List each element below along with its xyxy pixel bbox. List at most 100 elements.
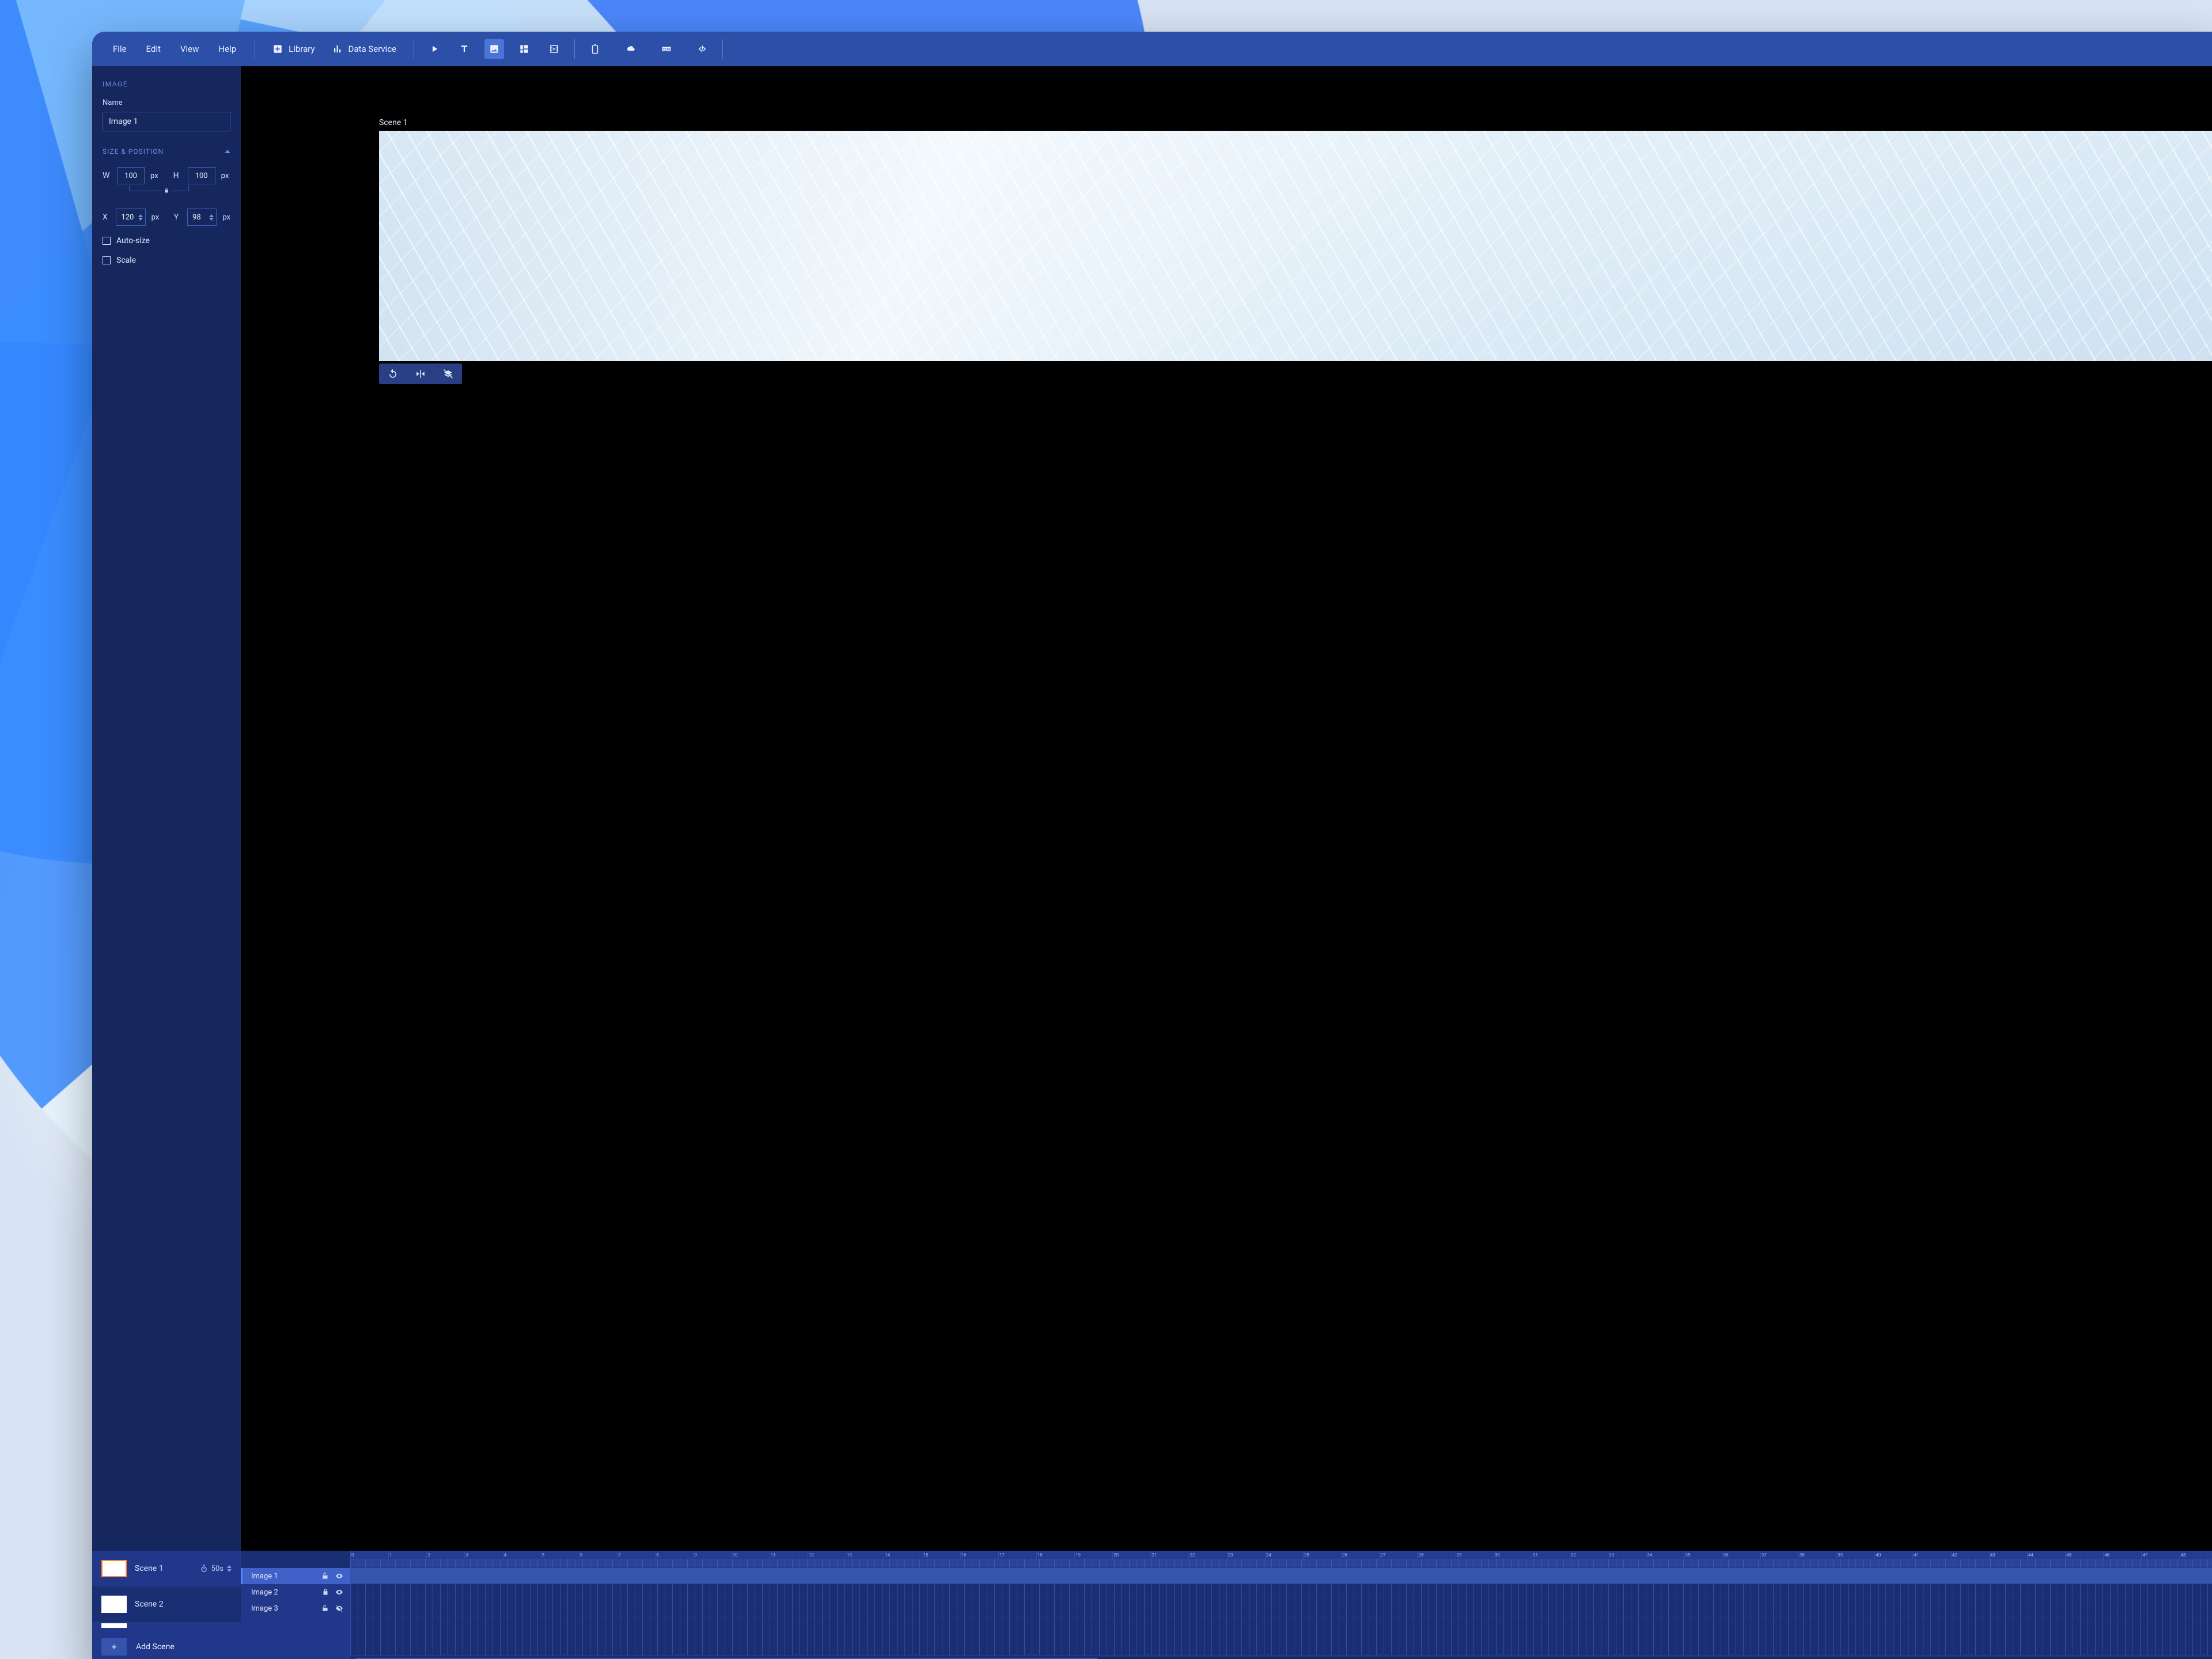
scene-thumb-2[interactable] bbox=[101, 1596, 127, 1613]
layers-off-icon bbox=[443, 369, 453, 379]
ruler-tick: 29 bbox=[1456, 1551, 1494, 1559]
timeline-track-2[interactable] bbox=[350, 1584, 2212, 1600]
ruler-tick: 6 bbox=[579, 1551, 617, 1559]
add-scene-row[interactable]: Add Scene bbox=[92, 1629, 241, 1659]
w-unit: px bbox=[150, 172, 158, 180]
ruler-tick: 9 bbox=[693, 1551, 731, 1559]
ruler-tick: 23 bbox=[1227, 1551, 1265, 1559]
text-icon[interactable] bbox=[454, 39, 474, 59]
scene-duration-1[interactable]: 50s bbox=[200, 1565, 232, 1573]
ruler-tick: 28 bbox=[1417, 1551, 1455, 1559]
add-scene-button[interactable] bbox=[101, 1638, 127, 1656]
scale-checkbox[interactable] bbox=[103, 256, 111, 264]
add-scene-label: Add Scene bbox=[136, 1642, 175, 1652]
ruler-tick: 12 bbox=[808, 1551, 846, 1559]
plus-icon bbox=[110, 1643, 118, 1651]
w-label: W bbox=[103, 171, 111, 180]
ruler-tick: 44 bbox=[2027, 1551, 2065, 1559]
play-icon[interactable] bbox=[425, 39, 444, 59]
timeline-track-3[interactable] bbox=[350, 1600, 2212, 1616]
ruler-tick: 1 bbox=[388, 1551, 426, 1559]
ruler-tick: 40 bbox=[1874, 1551, 1912, 1559]
menu-divider bbox=[722, 39, 723, 59]
ruler-tick: 20 bbox=[1112, 1551, 1150, 1559]
ruler-tick: 14 bbox=[884, 1551, 922, 1559]
ruler-tick: 2 bbox=[426, 1551, 464, 1559]
ruler-tick: 42 bbox=[1951, 1551, 1989, 1559]
scene-row-1[interactable]: Scene 1 50s bbox=[92, 1551, 241, 1586]
scale-row[interactable]: Scale bbox=[103, 256, 230, 265]
tool-group-widgets: 12:00 bbox=[585, 39, 712, 59]
layer-name-1: Image 1 bbox=[251, 1572, 278, 1581]
ruler-tick: 36 bbox=[1722, 1551, 1760, 1559]
scene-thumb-1[interactable] bbox=[101, 1560, 127, 1577]
ruler-tick: 48 bbox=[2180, 1551, 2212, 1559]
menu-view[interactable]: View bbox=[172, 39, 207, 59]
undo-button[interactable] bbox=[379, 363, 407, 384]
scene-row-2[interactable]: Scene 2 bbox=[92, 1586, 241, 1622]
height-input[interactable] bbox=[188, 167, 215, 184]
ruler-tick: 15 bbox=[922, 1551, 960, 1559]
ruler-tick: 32 bbox=[1570, 1551, 1608, 1559]
timeline-track-1[interactable] bbox=[350, 1568, 2212, 1584]
menu-file[interactable]: File bbox=[105, 39, 135, 59]
lock-icon[interactable] bbox=[321, 1588, 329, 1596]
mirror-button[interactable] bbox=[407, 363, 434, 384]
layer-row-3[interactable]: Image 3 bbox=[241, 1600, 350, 1616]
autosize-row[interactable]: Auto-size bbox=[103, 236, 230, 245]
layer-row-2[interactable]: Image 2 bbox=[241, 1584, 350, 1600]
ruler-tick: 47 bbox=[2141, 1551, 2179, 1559]
clipboard-icon[interactable] bbox=[585, 39, 605, 59]
timeline-header-track bbox=[350, 1559, 2212, 1568]
ruler-tick: 24 bbox=[1265, 1551, 1303, 1559]
image-icon[interactable] bbox=[484, 39, 504, 59]
menu-help[interactable]: Help bbox=[210, 39, 244, 59]
ruler-tick: 19 bbox=[1074, 1551, 1112, 1559]
unlock-icon[interactable] bbox=[321, 1572, 329, 1580]
name-input[interactable] bbox=[103, 112, 230, 131]
menubar: File Edit View Help Library Data Service bbox=[92, 32, 2212, 66]
autosize-checkbox[interactable] bbox=[103, 237, 111, 245]
eye-off-icon[interactable] bbox=[335, 1604, 343, 1612]
library-icon bbox=[272, 44, 283, 54]
x-input[interactable]: 120 bbox=[116, 209, 145, 226]
canvas-image-content[interactable] bbox=[379, 131, 2212, 361]
y-input[interactable]: 98 bbox=[187, 209, 217, 226]
ruler-tick: 46 bbox=[2103, 1551, 2141, 1559]
menu-edit[interactable]: Edit bbox=[138, 39, 169, 59]
layers-toggle-button[interactable] bbox=[434, 363, 462, 384]
bar-chart-icon bbox=[332, 44, 343, 54]
time-ruler[interactable]: 0123456789101112131415161718192021222324… bbox=[350, 1551, 2212, 1559]
clock-icon[interactable]: 12:00 bbox=[657, 39, 676, 59]
ruler-tick: 17 bbox=[998, 1551, 1036, 1559]
tool-group-insert bbox=[425, 39, 564, 59]
scene-row-strip bbox=[92, 1622, 241, 1629]
ruler-tick: 25 bbox=[1303, 1551, 1341, 1559]
code-icon[interactable] bbox=[692, 39, 712, 59]
unlock-icon[interactable] bbox=[321, 1604, 329, 1612]
ruler-tick: 11 bbox=[770, 1551, 808, 1559]
layer-name-2: Image 2 bbox=[251, 1588, 278, 1597]
ruler-tick: 34 bbox=[1646, 1551, 1684, 1559]
video-icon[interactable] bbox=[544, 39, 564, 59]
shapes-icon[interactable] bbox=[514, 39, 534, 59]
layer-row-1[interactable]: Image 1 bbox=[241, 1568, 350, 1584]
ruler-tick: 18 bbox=[1036, 1551, 1074, 1559]
scene-thumb-partial bbox=[101, 1623, 127, 1628]
weather-icon[interactable] bbox=[621, 39, 641, 59]
eye-icon[interactable] bbox=[335, 1588, 343, 1596]
layer-name-3: Image 3 bbox=[251, 1604, 278, 1613]
ruler-tick: 5 bbox=[541, 1551, 579, 1559]
timeline-track-empty[interactable] bbox=[350, 1616, 2212, 1656]
lock-aspect-icon[interactable] bbox=[162, 187, 171, 195]
eye-icon[interactable] bbox=[335, 1572, 343, 1580]
canvas-area[interactable]: Scene 1 bbox=[241, 66, 2212, 1551]
data-service-label: Data Service bbox=[349, 44, 397, 54]
scene-name-2: Scene 2 bbox=[135, 1600, 164, 1609]
size-position-header[interactable]: SIZE & POSITION bbox=[103, 147, 230, 156]
y-label: Y bbox=[174, 213, 181, 222]
library-button[interactable]: Library bbox=[266, 40, 321, 58]
stepper-icon bbox=[227, 1565, 232, 1572]
width-input[interactable] bbox=[117, 167, 145, 184]
data-service-button[interactable]: Data Service bbox=[325, 40, 404, 58]
